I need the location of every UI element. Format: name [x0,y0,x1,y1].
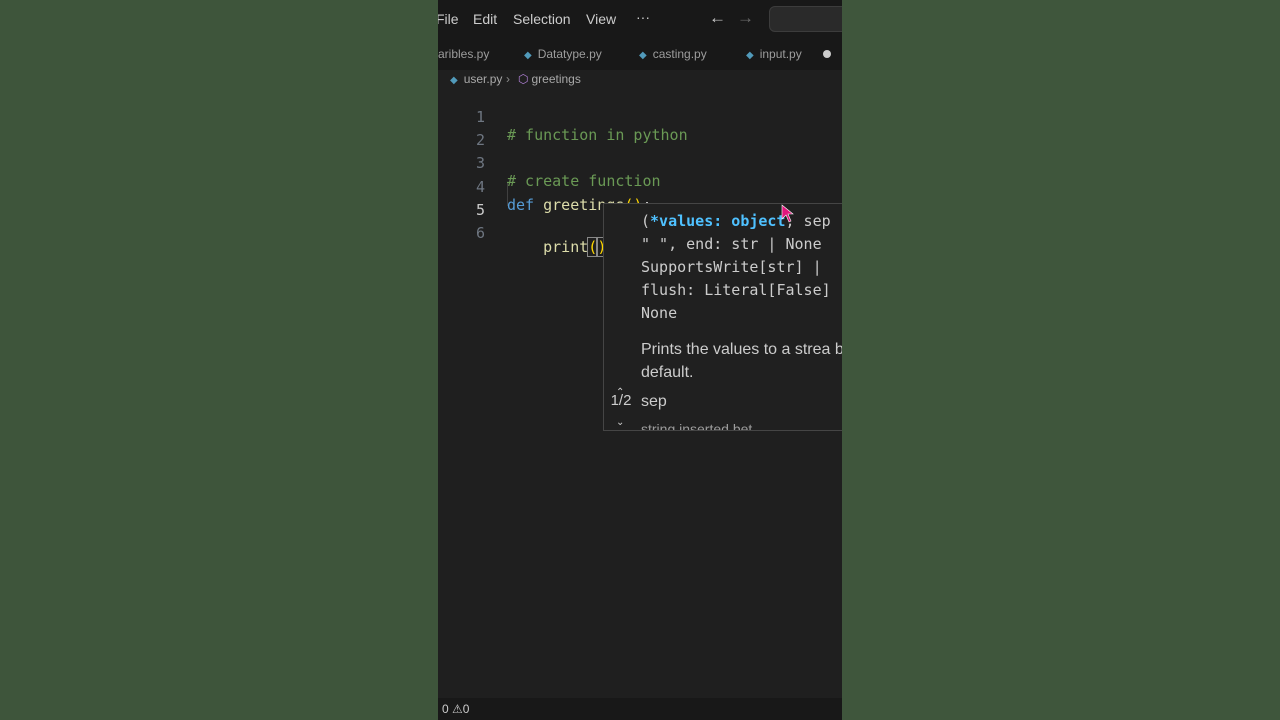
error-count: 0 [442,702,449,716]
background-left [0,0,438,720]
sig-line: None [641,304,678,322]
breadcrumb-symbol-label: greetings [531,72,581,86]
parameter-name: sep [641,393,667,410]
vscode-window: File Edit Selection View ··· ← → aribles… [438,0,842,720]
breadcrumb-symbol[interactable]: ⬡ greetings [518,72,581,86]
arrow-left-icon[interactable]: ← [709,8,726,28]
sig-line: " ", end: str | None [641,235,822,253]
sig-line: SupportsWrite[str] | [641,258,822,276]
tab-label: aribles.py [438,47,490,61]
method-symbol-icon: ⬡ [518,72,529,86]
parameter-description: string inserted bet [641,421,753,431]
python-icon: ◆ [450,75,458,86]
active-parameter: *values: object [650,212,786,230]
tab-label: casting.py [652,47,707,61]
menu-file[interactable]: File [438,11,459,27]
tab-label: input.py [759,47,802,61]
breadcrumb-file[interactable]: ◆ user.py [450,72,502,86]
signature: (*values: object, sep " ", end: str | No… [641,210,842,325]
tab-casting[interactable]: ◆ casting.py [639,47,707,61]
python-icon: ◆ [746,50,754,61]
python-icon: ◆ [639,50,647,61]
status-bar: 0 ⚠0 [438,698,842,720]
menu-more[interactable]: ··· [636,9,650,25]
tab-bar: aribles.py ◆ Datatype.py ◆ casting.py ◆ inp… [438,38,842,70]
search-box[interactable] [769,6,842,32]
line-number: 6 [475,224,485,242]
code-line: 1 # function in python [438,90,842,144]
tab-datatype[interactable]: ◆ Datatype.py [524,47,602,61]
menu-view[interactable]: View [586,11,616,27]
code-line: 3 # create function [438,136,842,190]
mouse-pointer-icon [781,204,794,223]
code-line: 2 [438,113,842,149]
tab-input[interactable]: ◆ input.py [746,47,802,61]
signature-doc: Prints the values to a strea by default. [641,341,842,381]
indent-guide [507,183,508,206]
menu-bar: File Edit Selection View ··· ← → [438,0,842,38]
tab-label: Datatype.py [537,47,602,61]
sig-line: flush: Literal[False] [641,281,831,299]
python-icon: ◆ [524,50,532,61]
menu-selection[interactable]: Selection [513,11,571,27]
print-call: print() [507,237,608,257]
overload-counter: 1/2 [610,392,632,409]
tab-variables[interactable]: aribles.py [438,47,489,61]
menu-edit[interactable]: Edit [473,11,497,27]
warning-count: 0 [462,702,470,716]
sig-open-paren: ( [641,212,651,230]
chevron-down-icon[interactable]: ⌄ [616,417,624,428]
function-call: print [543,238,589,256]
unsaved-dot-icon[interactable] [823,50,831,58]
signature-help-widget[interactable]: (*values: object, sep " ", end: str | No… [603,203,842,431]
chevron-right-icon: › [506,72,510,86]
arrow-right-icon[interactable]: → [737,8,754,28]
code-line: 4 def greetings(): [438,160,842,214]
warning-icon: ⚠ [452,702,463,716]
breadcrumb: ◆ user.py › ⬡ greetings [438,70,842,88]
problems-indicator[interactable]: 0 ⚠0 [442,702,469,716]
background-right [842,0,1280,720]
breadcrumb-file-label: user.py [463,72,503,86]
